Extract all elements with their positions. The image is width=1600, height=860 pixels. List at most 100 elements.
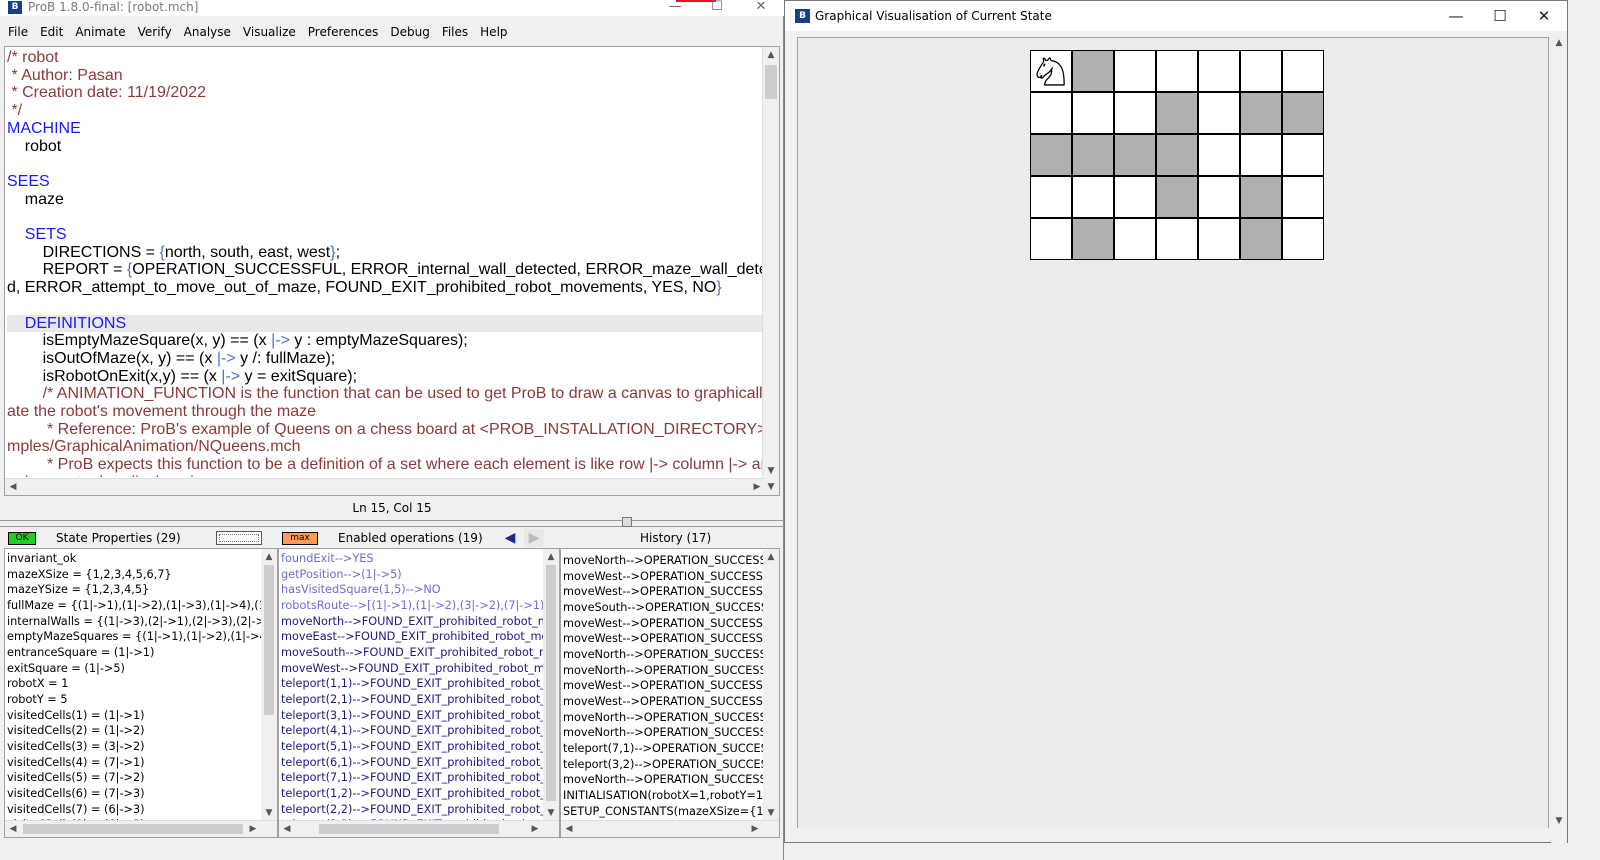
operation-item[interactable]: teleport(2,1)-->FOUND_EXIT_prohibited_ro… [281, 692, 559, 708]
scroll-down-arrow-icon[interactable]: ▼ [1551, 813, 1567, 829]
state-property-item[interactable]: invariant_ok [7, 551, 277, 567]
editor-vertical-scrollbar[interactable]: ▲ ▼ [762, 47, 779, 479]
operation-item[interactable]: teleport(5,1)-->FOUND_EXIT_prohibited_ro… [281, 739, 559, 755]
state-property-item[interactable]: mazeXSize = {1,2,3,4,5,6,7} [7, 567, 277, 583]
scroll-up-arrow-icon[interactable]: ▲ [261, 549, 277, 565]
state-property-item[interactable]: visitedCells(2) = (1|->2) [7, 723, 277, 739]
scrollbar-thumb[interactable] [23, 824, 243, 834]
operation-item[interactable]: teleport(2,2)-->FOUND_EXIT_prohibited_ro… [281, 802, 559, 818]
state-property-item[interactable]: exitSquare = (1|->5) [7, 661, 277, 677]
state-property-item[interactable]: visitedCells(5) = (7|->2) [7, 770, 277, 786]
state-property-item[interactable]: internalWalls = {(1|->3),(2|->1),(2|->3)… [7, 614, 277, 630]
menu-preferences[interactable]: Preferences [302, 22, 385, 42]
state-properties-hscroll[interactable]: ◀ ▶ [5, 820, 277, 837]
scrollbar-thumb[interactable] [765, 65, 777, 99]
enabled-operations-pane[interactable]: foundExit-->YES getPosition-->(1|->5) hasV… [278, 548, 560, 838]
state-property-item[interactable]: visitedCells(1) = (1|->1) [7, 708, 277, 724]
splitter-handle[interactable] [622, 517, 632, 527]
history-item[interactable]: moveNorth-->OPERATION_SUCCESSF [563, 710, 779, 726]
operation-item[interactable]: robotsRoute-->[(1|->1),(1|->2),(3|->2),(… [281, 598, 559, 614]
operation-item[interactable]: moveEast-->FOUND_EXIT_prohibited_robot_m… [281, 629, 559, 645]
close-button[interactable]: ✕ [1521, 1, 1567, 31]
pane-splitter[interactable] [0, 520, 784, 527]
scroll-right-arrow-icon[interactable]: ▶ [527, 821, 543, 837]
history-item[interactable]: moveWest-->OPERATION_SUCCESSFU [563, 631, 779, 647]
history-item[interactable]: moveWest-->OPERATION_SUCCESSFU [563, 616, 779, 632]
operation-item[interactable]: teleport(4,1)-->FOUND_EXIT_prohibited_ro… [281, 723, 559, 739]
scroll-left-arrow-icon[interactable]: ◀ [5, 479, 21, 495]
scroll-down-arrow-icon[interactable]: ▼ [763, 805, 779, 821]
scroll-down-arrow-icon[interactable]: ▼ [763, 479, 779, 495]
state-property-item[interactable]: emptyMazeSquares = {(1|->1),(1|->2),(1|-… [7, 629, 277, 645]
scroll-down-arrow-icon[interactable]: ▼ [261, 805, 277, 821]
state-properties-vscroll[interactable]: ▲ ▼ [261, 549, 277, 821]
visualisation-canvas[interactable] [797, 37, 1549, 829]
operation-item[interactable]: teleport(7,1)-->FOUND_EXIT_prohibited_ro… [281, 770, 559, 786]
operation-item[interactable]: moveNorth-->FOUND_EXIT_prohibited_robot_… [281, 614, 559, 630]
history-item[interactable]: teleport(7,1)-->OPERATION_SUCCESSF [563, 741, 779, 757]
history-item[interactable]: moveNorth-->OPERATION_SUCCESSF [563, 553, 779, 569]
editor-text-area[interactable]: /* robot * Author: Pasan * Creation date… [7, 49, 763, 477]
maximize-button[interactable]: ☐ [694, 0, 740, 16]
menu-edit[interactable]: Edit [34, 22, 69, 42]
history-hscroll[interactable]: ◀ ▶ [561, 820, 779, 837]
operations-hscroll[interactable]: ◀ ▶ [279, 820, 559, 837]
close-button[interactable]: ✕ [738, 0, 784, 16]
state-property-item[interactable]: robotX = 1 [7, 676, 277, 692]
operation-item[interactable]: foundExit-->YES [281, 551, 559, 567]
code-editor[interactable]: /* robot * Author: Pasan * Creation date… [4, 46, 780, 496]
history-item[interactable]: moveWest-->OPERATION_SUCCESSFU [563, 569, 779, 585]
state-property-item[interactable]: entranceSquare = (1|->1) [7, 645, 277, 661]
visualisation-vscroll[interactable]: ▲ ▼ [1551, 33, 1567, 843]
operation-item[interactable]: teleport(1,2)-->FOUND_EXIT_prohibited_ro… [281, 786, 559, 802]
scrollbar-thumb[interactable] [264, 565, 274, 715]
maximize-button[interactable]: ☐ [1477, 1, 1523, 31]
scrollbar-thumb[interactable] [546, 565, 556, 801]
minimize-button[interactable]: — [1433, 1, 1479, 31]
operation-item[interactable]: getPosition-->(1|->5) [281, 567, 559, 583]
menu-help[interactable]: Help [474, 22, 513, 42]
back-arrow-button[interactable]: ◀ [500, 529, 520, 547]
menu-analyse[interactable]: Analyse [178, 22, 237, 42]
operation-item[interactable]: teleport(1,1)-->FOUND_EXIT_prohibited_ro… [281, 676, 559, 692]
scroll-up-arrow-icon[interactable]: ▲ [543, 549, 559, 565]
operation-item[interactable]: teleport(6,1)-->FOUND_EXIT_prohibited_ro… [281, 755, 559, 771]
scroll-down-arrow-icon[interactable]: ▼ [763, 463, 779, 479]
history-item[interactable]: moveNorth-->OPERATION_SUCCESSF [563, 647, 779, 663]
visualisation-hscroll[interactable] [785, 828, 1551, 842]
scrollbar-thumb[interactable] [319, 824, 499, 834]
scroll-right-arrow-icon[interactable]: ▶ [245, 821, 261, 837]
scroll-left-arrow-icon[interactable]: ◀ [5, 821, 21, 837]
operation-item[interactable]: hasVisitedSquare(1,5)-->NO [281, 582, 559, 598]
menu-animate[interactable]: Animate [69, 22, 131, 42]
minimize-button[interactable]: — [652, 0, 698, 16]
history-item[interactable]: moveWest-->OPERATION_SUCCESSFU [563, 694, 779, 710]
scroll-up-arrow-icon[interactable]: ▲ [763, 549, 779, 565]
history-vscroll[interactable]: ▲ ▼ [763, 549, 779, 821]
operation-item[interactable]: moveSouth-->FOUND_EXIT_prohibited_robot_… [281, 645, 559, 661]
scroll-down-arrow-icon[interactable]: ▼ [543, 805, 559, 821]
scroll-up-arrow-icon[interactable]: ▲ [763, 47, 779, 63]
operations-vscroll[interactable]: ▲ ▼ [543, 549, 559, 821]
operation-item[interactable]: moveWest-->FOUND_EXIT_prohibited_robot_m… [281, 661, 559, 677]
state-properties-filter[interactable] [216, 531, 262, 545]
scroll-up-arrow-icon[interactable]: ▲ [1551, 35, 1567, 51]
history-item[interactable]: moveNorth-->OPERATION_SUCCESSF [563, 663, 779, 679]
state-property-item[interactable]: fullMaze = {(1|->1),(1|->2),(1|->3),(1|-… [7, 598, 277, 614]
history-item[interactable]: moveNorth-->OPERATION_SUCCESSF [563, 725, 779, 741]
history-item[interactable]: moveNorth-->OPERATION_SUCCESSF [563, 772, 779, 788]
state-property-item[interactable]: mazeYSize = {1,2,3,4,5} [7, 582, 277, 598]
menu-file[interactable]: File [0, 22, 34, 42]
scroll-left-arrow-icon[interactable]: ◀ [279, 821, 295, 837]
history-item[interactable]: moveWest-->OPERATION_SUCCESSFU [563, 678, 779, 694]
editor-horizontal-scrollbar[interactable]: ◀ ▶ [5, 478, 765, 495]
history-item[interactable]: INITIALISATION(robotX=1,robotY=1,vis [563, 788, 779, 804]
state-properties-pane[interactable]: invariant_ok mazeXSize = {1,2,3,4,5,6,7} m… [4, 548, 278, 838]
state-property-item[interactable]: visitedCells(3) = (3|->2) [7, 739, 277, 755]
state-property-item[interactable]: robotY = 5 [7, 692, 277, 708]
state-property-item[interactable]: visitedCells(6) = (7|->3) [7, 786, 277, 802]
history-item[interactable]: moveWest-->OPERATION_SUCCESSFU [563, 584, 779, 600]
menu-verify[interactable]: Verify [132, 22, 178, 42]
operation-item[interactable]: teleport(3,1)-->FOUND_EXIT_prohibited_ro… [281, 708, 559, 724]
history-item[interactable]: moveSouth-->OPERATION_SUCCESSF [563, 600, 779, 616]
